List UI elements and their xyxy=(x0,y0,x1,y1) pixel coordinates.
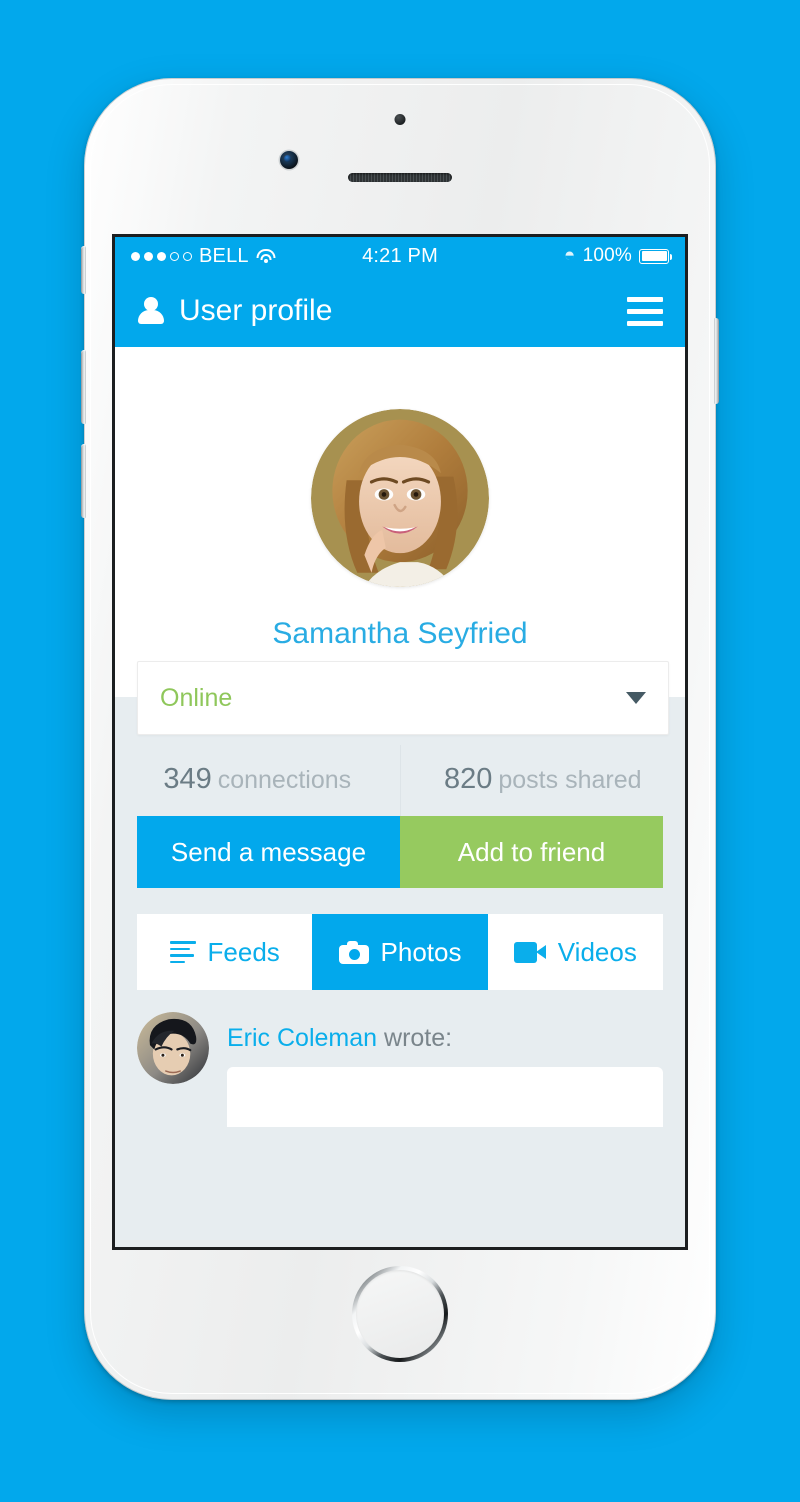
proximity-sensor-icon xyxy=(394,114,406,125)
wifi-icon xyxy=(256,248,276,264)
action-buttons: Send a message Add to friend xyxy=(137,816,663,888)
stat-posts-shared-value: 820 xyxy=(443,763,493,795)
feed-author-line: Eric Coleman wrote: xyxy=(227,1024,663,1053)
carrier-label: BELL xyxy=(199,244,249,267)
stat-posts-shared-label: posts shared xyxy=(498,766,642,794)
feed-author-name[interactable]: Eric Coleman xyxy=(227,1024,377,1052)
chevron-down-icon xyxy=(626,692,646,704)
phone-screen: BELL 4:21 PM ◓ 100% User profile Samanth… xyxy=(112,234,688,1250)
profile-name: Samantha Seyfried xyxy=(272,617,528,650)
stat-connections: 349 connections xyxy=(115,745,400,816)
tab-feeds-label: Feeds xyxy=(207,936,280,967)
status-bar: BELL 4:21 PM ◓ 100% xyxy=(115,237,685,275)
stat-posts-shared: 820 posts shared xyxy=(399,745,686,816)
tab-feeds[interactable]: Feeds xyxy=(137,914,313,990)
stat-connections-label: connections xyxy=(217,766,352,794)
power-button[interactable] xyxy=(714,318,719,404)
feed-body: Eric Coleman wrote: xyxy=(227,1012,663,1127)
feeds-list-icon xyxy=(169,941,196,963)
battery-percent-label: 100% xyxy=(582,245,633,266)
camera-icon xyxy=(338,940,369,964)
silent-switch-button[interactable] xyxy=(81,246,86,294)
user-icon xyxy=(137,296,165,326)
status-bar-right: ◓ 100% xyxy=(438,245,673,267)
tab-photos-label: Photos xyxy=(380,936,462,967)
phone-device: BELL 4:21 PM ◓ 100% User profile Samanth… xyxy=(81,78,719,1400)
bluetooth-icon: ◓ xyxy=(563,245,576,266)
profile-card: Samantha Seyfried xyxy=(115,347,685,697)
battery-full-icon xyxy=(639,248,673,264)
content-tabs: Feeds Photos Videos xyxy=(137,914,663,990)
page-title: User profile xyxy=(179,294,333,327)
tab-photos[interactable]: Photos xyxy=(312,914,488,990)
avatar[interactable] xyxy=(311,409,489,587)
status-select[interactable]: Online xyxy=(137,661,669,735)
status-select-value: Online xyxy=(160,683,233,712)
front-camera-icon xyxy=(280,151,298,169)
volume-down-button[interactable] xyxy=(81,444,86,518)
page-root: BELL 4:21 PM ◓ 100% User profile Samanth… xyxy=(0,0,800,1502)
send-message-button[interactable]: Send a message xyxy=(137,816,400,888)
feed-author-avatar[interactable] xyxy=(137,1012,209,1084)
feed-message-bubble xyxy=(227,1067,663,1127)
volume-up-button[interactable] xyxy=(81,350,86,424)
home-button[interactable] xyxy=(352,1266,448,1362)
status-bar-left: BELL xyxy=(131,245,362,268)
earpiece-speaker xyxy=(348,173,452,182)
hamburger-menu-icon[interactable] xyxy=(627,296,663,326)
stat-connections-value: 349 xyxy=(163,763,212,795)
feed-item: Eric Coleman wrote: xyxy=(115,1012,685,1127)
feed-wrote-label: wrote: xyxy=(377,1024,453,1052)
add-to-friend-button[interactable]: Add to friend xyxy=(400,816,663,888)
home-button-face xyxy=(356,1270,444,1358)
video-camera-icon xyxy=(513,941,546,963)
tab-videos-label: Videos xyxy=(557,936,637,967)
signal-strength-icon xyxy=(131,251,192,261)
status-bar-clock: 4:21 PM xyxy=(362,244,438,267)
app-header: User profile xyxy=(115,275,685,347)
tab-videos[interactable]: Videos xyxy=(487,914,663,990)
